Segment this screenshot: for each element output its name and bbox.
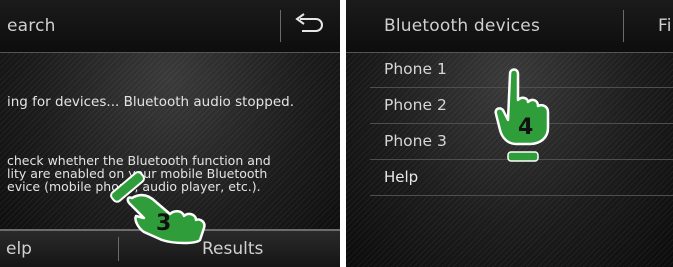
left-header-title: earch bbox=[7, 16, 56, 36]
right-header: Bluetooth devices Fi bbox=[346, 0, 673, 53]
callout-number: 3 bbox=[156, 211, 171, 236]
right-screen: Bluetooth devices Fi Phone 1 Phone 2 Pho… bbox=[346, 0, 673, 267]
search-status-message: ing for devices... Bluetooth audio stopp… bbox=[7, 94, 294, 110]
find-button[interactable]: Fi bbox=[658, 16, 672, 36]
left-header: earch bbox=[0, 0, 340, 53]
pointing-hand-icon: 3 bbox=[110, 171, 206, 245]
header-divider bbox=[280, 10, 281, 42]
back-button[interactable] bbox=[292, 13, 326, 37]
device-label: Phone 3 bbox=[384, 132, 447, 150]
header-divider bbox=[623, 10, 624, 42]
touch-indicator bbox=[507, 151, 539, 162]
pointing-hand-icon: 4 bbox=[494, 68, 550, 162]
device-label: Phone 1 bbox=[384, 60, 447, 78]
back-arrow-icon bbox=[295, 13, 323, 32]
help-button[interactable]: elp bbox=[6, 239, 32, 259]
device-label: Phone 2 bbox=[384, 96, 447, 114]
help-label: Help bbox=[384, 168, 419, 186]
callout-number: 4 bbox=[518, 115, 533, 140]
left-screen: earch ing for devices... Bluetooth audio… bbox=[0, 0, 340, 267]
right-header-title: Bluetooth devices bbox=[384, 16, 541, 36]
